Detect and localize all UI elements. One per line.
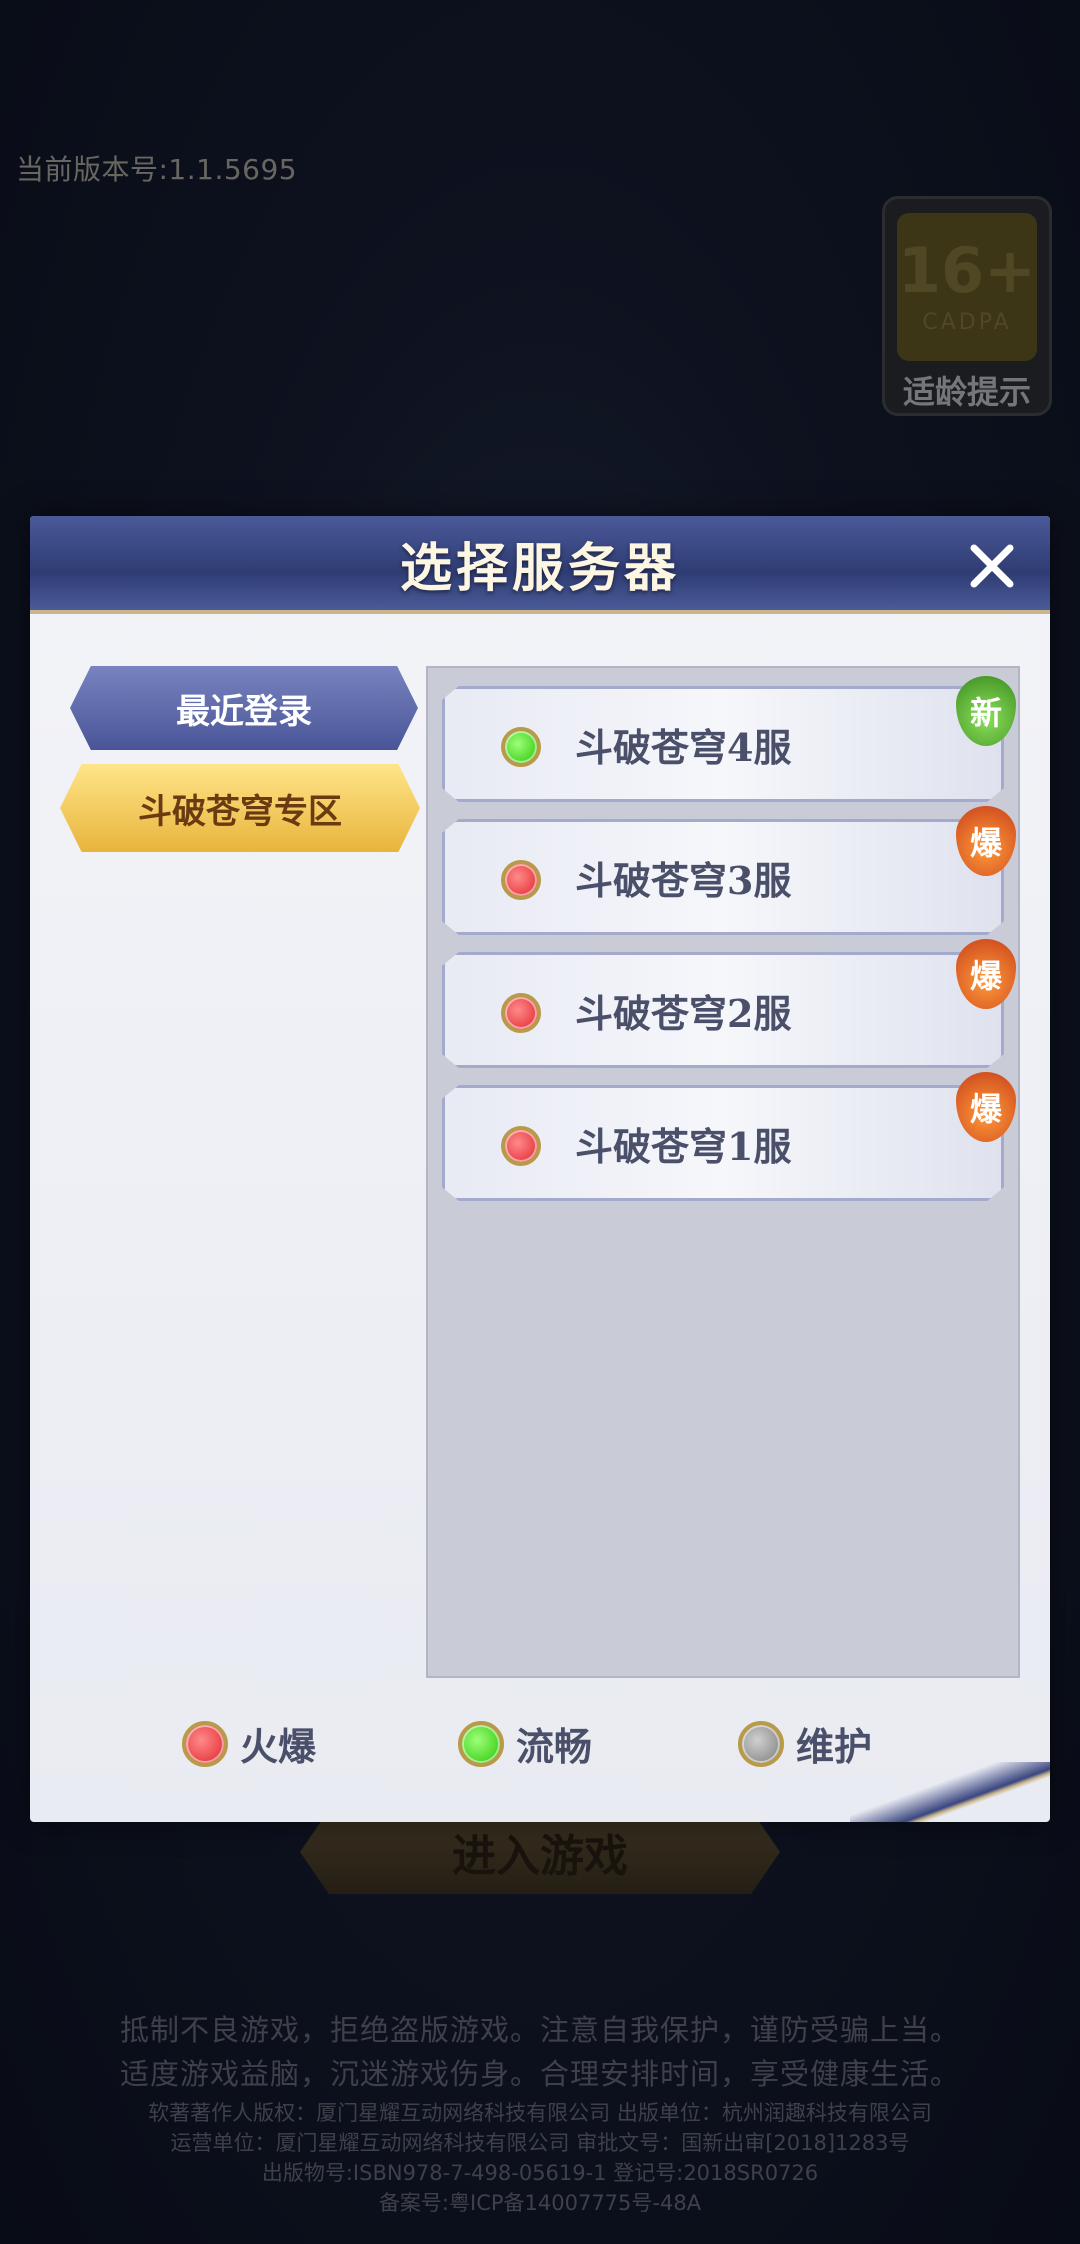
tab-recent-login[interactable]: 最近登录 [70,666,418,750]
tab-label: 斗破苍穹专区 [138,791,342,832]
server-item[interactable]: 斗破苍穹4服 [442,686,1004,802]
tab-doupo-zone[interactable]: 斗破苍穹专区 [60,764,420,852]
server-name: 斗破苍穹1服 [575,1124,792,1169]
dialog-header: 选择服务器 [30,516,1050,614]
server-item[interactable]: 斗破苍穹3服 [442,819,1004,935]
server-list: 斗破苍穹4服 新 斗破苍穹3服 爆 斗破苍穹2服 爆 斗破苍穹1服 爆 [426,666,1020,1678]
status-red-icon [501,993,541,1033]
status-red-icon [501,860,541,900]
server-name: 斗破苍穹4服 [575,725,792,770]
decorative-swoosh [850,1762,1050,1822]
legend-label: 流畅 [516,1724,593,1769]
server-item[interactable]: 斗破苍穹1服 [442,1085,1004,1201]
close-icon [970,544,1014,588]
server-select-dialog: 选择服务器 最近登录 斗破苍穹专区 斗破苍穹4服 新 斗破苍穹3服 爆 斗破苍穹… [30,516,1050,1822]
legend-label: 火爆 [240,1724,317,1769]
status-red-icon [501,1126,541,1166]
server-name: 斗破苍穹3服 [575,858,792,903]
server-item[interactable]: 斗破苍穹2服 [442,952,1004,1068]
tab-label: 最近登录 [176,691,312,732]
status-red-icon [182,1720,228,1767]
dialog-title: 选择服务器 [399,537,680,599]
close-button[interactable] [964,538,1020,594]
legend-smooth: 流畅 [458,1716,592,1771]
legend-hot: 火爆 [182,1716,316,1771]
status-green-icon [458,1720,504,1767]
status-gray-icon [738,1720,784,1767]
server-name: 斗破苍穹2服 [575,991,792,1036]
status-green-icon [501,727,541,767]
